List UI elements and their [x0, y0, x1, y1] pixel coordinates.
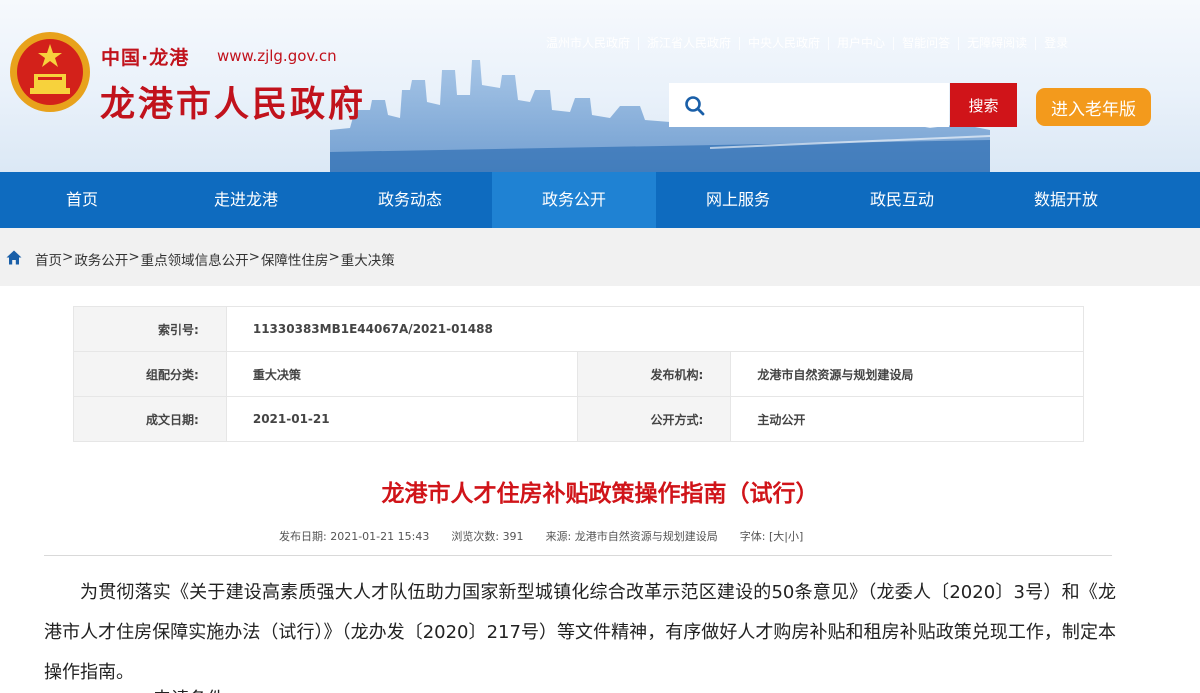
top-link-accessibility[interactable]: 无障碍阅读	[959, 37, 1037, 50]
nav-item-gov-news[interactable]: 政务动态	[328, 172, 492, 228]
category-value: 重大决策	[225, 351, 579, 397]
meta-row-category: 组配分类: 重大决策 发布机构: 龙港市自然资源与规划建设局	[73, 351, 1084, 397]
top-link-smart-qa[interactable]: 智能问答	[894, 37, 960, 50]
main-nav: 首页 走进龙港 政务动态 政务公开 网上服务 政民互动 数据开放	[0, 172, 1200, 228]
search-box	[669, 83, 949, 127]
meta-row-date: 成文日期: 2021-01-21 公开方式: 主动公开	[73, 396, 1084, 442]
top-link-login[interactable]: 登录	[1036, 37, 1076, 50]
publish-date-value: 2021-01-21 15:43	[330, 530, 430, 543]
top-link-wenzhou[interactable]: 温州市人民政府	[546, 37, 640, 50]
site-name-cn: 中国·龙港	[101, 47, 190, 69]
search-icon	[685, 96, 705, 116]
site-title: 龙港市人民政府	[100, 85, 367, 125]
breadcrumb: 首页 > 政务公开 > 重点领域信息公开 > 保障性住房 > 重大决策	[35, 249, 395, 269]
font-small-link[interactable]: 小	[788, 530, 799, 543]
index-value: 11330383MB1E44067A/2021-01488	[225, 306, 1085, 352]
publish-date-label: 发布日期:	[279, 530, 327, 543]
category-label: 组配分类:	[73, 351, 227, 397]
index-label: 索引号:	[73, 306, 227, 352]
publish-date: 发布日期: 2021-01-21 15:43	[279, 528, 429, 544]
nav-item-gov-disclosure[interactable]: 政务公开	[492, 172, 656, 228]
view-count: 浏览次数: 391	[451, 528, 523, 544]
elder-mode-button[interactable]: 进入老年版	[1036, 88, 1151, 126]
top-link-central[interactable]: 中央人民政府	[740, 37, 830, 50]
breadcrumb-major-decisions[interactable]: 重大决策	[341, 249, 395, 269]
font-size-control: 字体: [大|小]	[739, 530, 804, 543]
nav-item-online-services[interactable]: 网上服务	[656, 172, 820, 228]
font-size-label: 字体:	[739, 530, 766, 543]
open-method-value: 主动公开	[730, 396, 1084, 442]
meta-row-index: 索引号: 11330383MB1E44067A/2021-01488	[73, 306, 1085, 352]
search-button[interactable]: 搜索	[950, 83, 1017, 127]
nav-item-about-longgang[interactable]: 走进龙港	[164, 172, 328, 228]
publisher-value: 龙港市自然资源与规划建设局	[730, 351, 1084, 397]
divider	[44, 555, 1112, 556]
view-count-value: 391	[502, 530, 524, 543]
view-count-label: 浏览次数:	[451, 530, 500, 543]
top-link-zhejiang[interactable]: 浙江省人民政府	[639, 37, 741, 50]
breadcrumb-housing[interactable]: 保障性住房	[261, 249, 329, 269]
site-url: www.zjlg.gov.cn	[217, 47, 337, 65]
breadcrumb-home[interactable]: 首页	[35, 249, 62, 269]
publisher-label: 发布机构:	[577, 351, 732, 397]
breadcrumb-key-areas[interactable]: 重点领域信息公开	[141, 249, 249, 269]
source-label: 来源:	[545, 530, 572, 543]
site-header: 中国·龙港 www.zjlg.gov.cn 龙港市人民政府 温州市人民政府 浙江…	[0, 0, 1200, 172]
nav-item-home[interactable]: 首页	[0, 172, 164, 228]
article-section-heading: 一、申请条件	[117, 685, 417, 693]
national-emblem-icon	[10, 32, 90, 112]
nav-item-interaction[interactable]: 政民互动	[820, 172, 984, 228]
source-value: 龙港市自然资源与规划建设局	[574, 530, 718, 543]
search-input[interactable]	[713, 89, 945, 123]
article-title: 龙港市人才住房补贴政策操作指南（试行）	[381, 481, 819, 507]
top-links: 温州市人民政府 浙江省人民政府 中央人民政府 用户中心 智能问答 无障碍阅读 登…	[546, 37, 1076, 50]
nav-item-open-data[interactable]: 数据开放	[984, 172, 1148, 228]
date-label: 成文日期:	[73, 396, 227, 442]
article-info: 发布日期: 2021-01-21 15:43 浏览次数: 391 来源: 龙港市…	[279, 528, 825, 544]
top-link-user-center[interactable]: 用户中心	[829, 37, 895, 50]
open-method-label: 公开方式:	[577, 396, 732, 442]
article-paragraph: 为贯彻落实《关于建设高素质强大人才队伍助力国家新型城镇化综合改革示范区建设的50…	[44, 582, 1116, 683]
font-large-link[interactable]: 大	[773, 530, 784, 543]
article-source: 来源: 龙港市自然资源与规划建设局	[546, 528, 718, 544]
breadcrumb-gov-disclosure[interactable]: 政务公开	[74, 249, 128, 269]
home-icon	[6, 250, 22, 265]
date-value: 2021-01-21	[225, 396, 579, 442]
document-meta-table: 索引号: 11330383MB1E44067A/2021-01488 组配分类:…	[73, 306, 1085, 442]
